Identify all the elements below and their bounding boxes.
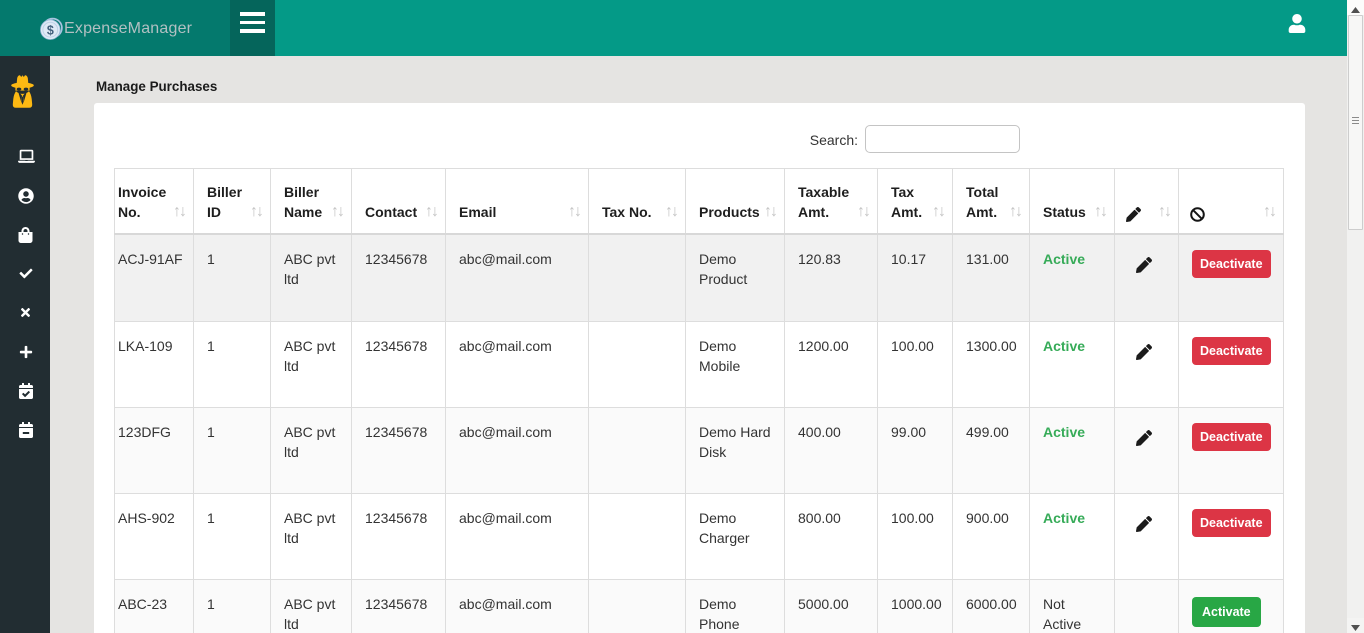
svg-text:$: $ bbox=[47, 24, 54, 38]
